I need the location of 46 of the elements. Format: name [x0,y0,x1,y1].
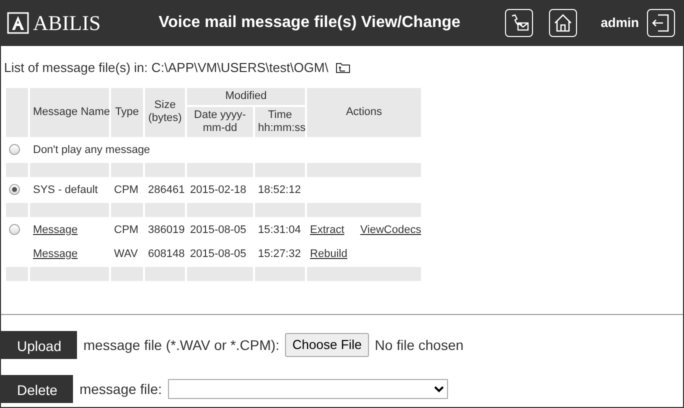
column-header: Size (bytes) [145,88,185,138]
radio-button[interactable] [9,184,20,196]
delete-label: message file: [79,380,162,399]
column-header: Message Name [30,88,109,138]
upload-label: message file (*.WAV or *.CPM): [83,336,280,355]
table-cell-text: 18:52:12 [257,182,302,198]
folder-up-icon[interactable] [336,62,350,74]
table-cell-text: 286461 [147,182,185,198]
logout-icon [651,13,671,33]
logo-text: ABILIS [33,12,101,34]
table-cell-text: 15:27:32 [257,246,302,262]
table-cell-text: 386019 [147,222,185,238]
table-cell-text: 2015-08-05 [189,246,248,262]
voicemail-button[interactable] [504,9,533,37]
table-cell-text: Don't play any message [32,142,152,158]
table-cell-text: 2015-02-18 [189,182,248,198]
table-cell-text: 15:31:04 [257,222,302,238]
file-status: No file chosen [374,336,464,354]
choose-file-button[interactable]: Choose File [285,333,369,357]
table-cell: SYS - default [33,184,98,196]
radio-button[interactable] [9,144,20,156]
action-link[interactable]: Extract [310,222,344,238]
folder-path: List of message file(s) in: C:\APP\VM\USERS\test\OGM\ [4,59,328,77]
column-header: Actions [307,88,422,138]
column-header: Modified [187,88,306,105]
logout-button[interactable] [647,9,675,37]
home-button[interactable] [548,9,577,37]
table-cell-text: 608148 [147,246,185,262]
action-link[interactable]: ViewCodecs [360,222,422,238]
upload-button[interactable]: Upload [1,331,78,359]
action-link[interactable]: Rebuild [310,246,348,262]
radio-button[interactable] [9,224,20,236]
table-cell-text: CPM [113,182,140,198]
column-header: Date yyyy-mm-dd [187,106,253,138]
table-cell-text: CPM [113,222,140,238]
message-link[interactable]: Message [33,248,78,260]
logo-icon [7,12,29,34]
home-icon [552,14,573,32]
user-name: admin [600,14,639,32]
message-link[interactable]: Message [33,224,78,236]
delete-button[interactable]: Delete [1,375,74,403]
table-cell-text: WAV [113,246,139,262]
table-cell-text: 2015-08-05 [189,222,248,238]
column-header: Type [111,88,143,138]
page-title: Voice mail message file(s) View/Change [158,13,460,33]
column-header: Time hh:mm:ss [255,106,306,138]
